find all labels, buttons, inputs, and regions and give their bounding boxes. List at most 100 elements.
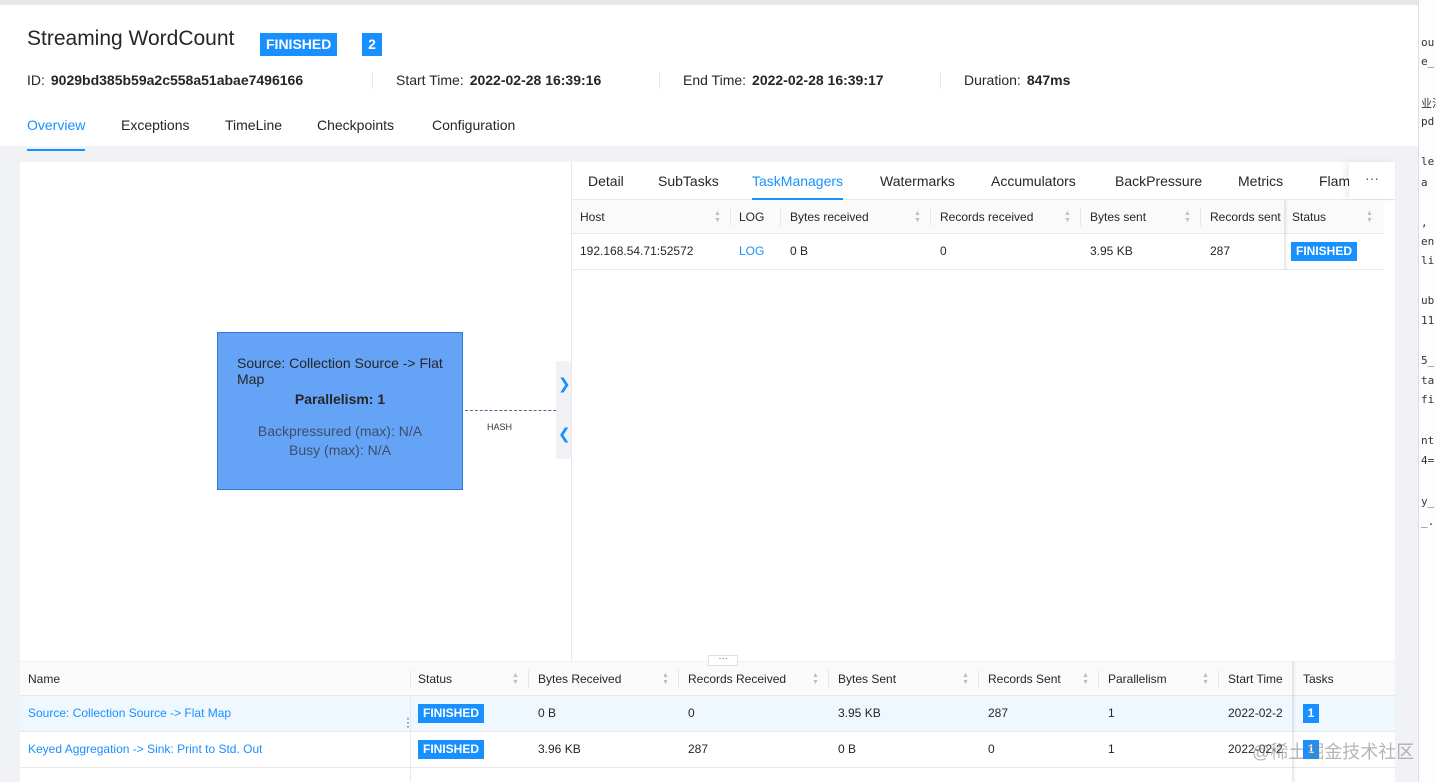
- records-sent-value: 0: [988, 742, 995, 756]
- column-divider: [1098, 670, 1099, 688]
- col-parallelism[interactable]: Parallelism: [1108, 662, 1167, 695]
- col-records-received[interactable]: Records Received: [688, 662, 786, 695]
- status-badge: FINISHED: [418, 704, 485, 723]
- sort-icon[interactable]: ▲ ▼: [1202, 672, 1210, 686]
- terminal-text: ub: [1421, 294, 1435, 307]
- records-received-value: 287: [688, 742, 709, 756]
- tab-timeline[interactable]: TimeLine: [225, 117, 282, 151]
- terminal-text: en: [1421, 235, 1435, 248]
- col-records-received[interactable]: Records received: [940, 200, 1033, 233]
- vertex-name-link[interactable]: Source: Collection Source -> Flat Map: [28, 696, 231, 731]
- log-link[interactable]: LOG: [739, 234, 764, 269]
- column-divider: [930, 208, 931, 226]
- sort-icon[interactable]: ▲ ▼: [1366, 210, 1374, 224]
- tab-checkpoints[interactable]: Checkpoints: [317, 117, 394, 151]
- node-busy: Busy (max): N/A: [289, 442, 391, 458]
- terminal-text: ou: [1421, 36, 1435, 49]
- terminal-text: 4=: [1421, 454, 1435, 467]
- tab-configuration[interactable]: Configuration: [432, 117, 515, 151]
- status-cell: FINISHED: [1284, 234, 1384, 269]
- terminal-text: a: [1421, 176, 1428, 189]
- col-records-sent[interactable]: Records sent: [1210, 200, 1284, 233]
- job-graph-canvas[interactable]: Source: Collection Source -> Flat Map Pa…: [20, 162, 571, 661]
- bytes-sent-value: 3.95 KB: [838, 706, 881, 720]
- table-row[interactable]: Source: Collection Source -> Flat Map FI…: [20, 696, 1395, 732]
- column-divider: [730, 208, 731, 226]
- col-bytes-sent[interactable]: Bytes sent: [1090, 200, 1146, 233]
- tab-watermarks[interactable]: Watermarks: [880, 173, 955, 200]
- column-divider: [410, 670, 411, 688]
- job-start-time: Start Time: 2022-02-28 16:39:16: [396, 72, 601, 88]
- sort-icon[interactable]: ▲ ▼: [812, 672, 820, 686]
- status-badge: FINISHED: [1291, 242, 1358, 261]
- terminal-text: pd: [1421, 115, 1435, 128]
- sort-icon[interactable]: ▲ ▼: [714, 210, 722, 224]
- column-divider: [1218, 670, 1219, 688]
- terminal-text: li: [1421, 254, 1435, 267]
- vertex-name-link[interactable]: Keyed Aggregation -> Sink: Print to Std.…: [28, 732, 262, 767]
- col-bytes-received[interactable]: Bytes Received: [538, 662, 621, 695]
- col-bytes-received[interactable]: Bytes received: [790, 200, 869, 233]
- sticky-column-shadow: [1284, 200, 1288, 270]
- duration-value: 847ms: [1026, 72, 1071, 88]
- column-divider: [1080, 208, 1081, 226]
- tab-flamegraph[interactable]: Flam: [1319, 173, 1350, 200]
- terminal-text: ta: [1421, 374, 1435, 387]
- node-title: Source: Collection Source -> Flat Map: [237, 355, 443, 387]
- status-cell: FINISHED: [418, 732, 485, 767]
- sort-icon[interactable]: ▲ ▼: [962, 672, 970, 686]
- chevron-right-icon[interactable]: ❯: [558, 375, 571, 393]
- host-value: 192.168.54.71:52572: [580, 244, 694, 258]
- tab-subtasks[interactable]: SubTasks: [658, 173, 719, 200]
- job-header: Streaming WordCount FINISHED 2 ID: 9029bd…: [0, 0, 1418, 151]
- tab-detail[interactable]: Detail: [588, 173, 624, 200]
- sort-icon[interactable]: ▲ ▼: [914, 210, 922, 224]
- col-start-time[interactable]: Start Time: [1228, 662, 1292, 695]
- sticky-column-shadow: [1292, 662, 1296, 782]
- tab-metrics[interactable]: Metrics: [1238, 173, 1283, 200]
- start-time-label: Start Time:: [396, 72, 464, 88]
- name-column-divider: [410, 696, 411, 782]
- col-bytes-sent[interactable]: Bytes Sent: [838, 662, 896, 695]
- watermark: @稀土掘金技术社区: [1252, 742, 1415, 762]
- panel-resize-handle[interactable]: ···: [708, 654, 738, 666]
- column-divider: [1200, 208, 1201, 226]
- terminal-text: y_: [1421, 495, 1435, 508]
- chevron-left-icon[interactable]: ❮: [558, 425, 571, 443]
- node-backpressured: Backpressured (max): N/A: [257, 423, 423, 439]
- meta-divider: [659, 73, 660, 89]
- tab-backpressure[interactable]: BackPressure: [1115, 173, 1202, 200]
- sort-icon[interactable]: ▲ ▼: [1184, 210, 1192, 224]
- tab-taskmanagers[interactable]: TaskManagers: [752, 173, 844, 200]
- col-status[interactable]: Status: [418, 662, 452, 695]
- bytes-sent-value: 3.95 KB: [1090, 244, 1133, 258]
- vertex-table: Name Status ▲ ▼ Bytes Received ▲ ▼ Records…: [20, 662, 1395, 782]
- bytes-sent-value: 0 B: [838, 742, 857, 756]
- col-status-label: Status: [1292, 210, 1327, 224]
- terminal-text: e_: [1421, 55, 1435, 68]
- vertex-table-header: Name Status ▲ ▼ Bytes Received ▲ ▼ Records…: [20, 662, 1395, 696]
- job-title: Streaming WordCount: [27, 27, 235, 50]
- col-tasks-label: Tasks: [1303, 672, 1334, 686]
- column-divider: [828, 670, 829, 688]
- sort-icon[interactable]: ▲ ▼: [512, 672, 520, 686]
- column-resize-handle[interactable]: · · ·: [406, 712, 410, 732]
- records-sent-value: 287: [988, 706, 1009, 720]
- table-row[interactable]: Keyed Aggregation -> Sink: Print to Std.…: [20, 732, 1395, 768]
- col-records-sent[interactable]: Records Sent: [988, 662, 1061, 695]
- tab-exceptions[interactable]: Exceptions: [121, 117, 189, 151]
- sort-icon[interactable]: ▲ ▼: [1064, 210, 1072, 224]
- sort-icon[interactable]: ▲ ▼: [1082, 672, 1090, 686]
- col-name: Name: [28, 672, 61, 686]
- tab-accumulators[interactable]: Accumulators: [991, 173, 1076, 200]
- status-badge: FINISHED: [418, 740, 485, 759]
- terminal-text: 11: [1421, 314, 1435, 327]
- more-tabs-button[interactable]: ···: [1349, 162, 1395, 199]
- records-received-value: 0: [688, 706, 695, 720]
- graph-node-source[interactable]: Source: Collection Source -> Flat Map Pa…: [217, 332, 463, 490]
- end-time-value: 2022-02-28 16:39:17: [752, 72, 884, 88]
- col-host[interactable]: Host: [580, 200, 605, 233]
- terminal-text: 业法: [1421, 97, 1436, 110]
- tab-overview[interactable]: Overview: [27, 117, 86, 151]
- sort-icon[interactable]: ▲ ▼: [662, 672, 670, 686]
